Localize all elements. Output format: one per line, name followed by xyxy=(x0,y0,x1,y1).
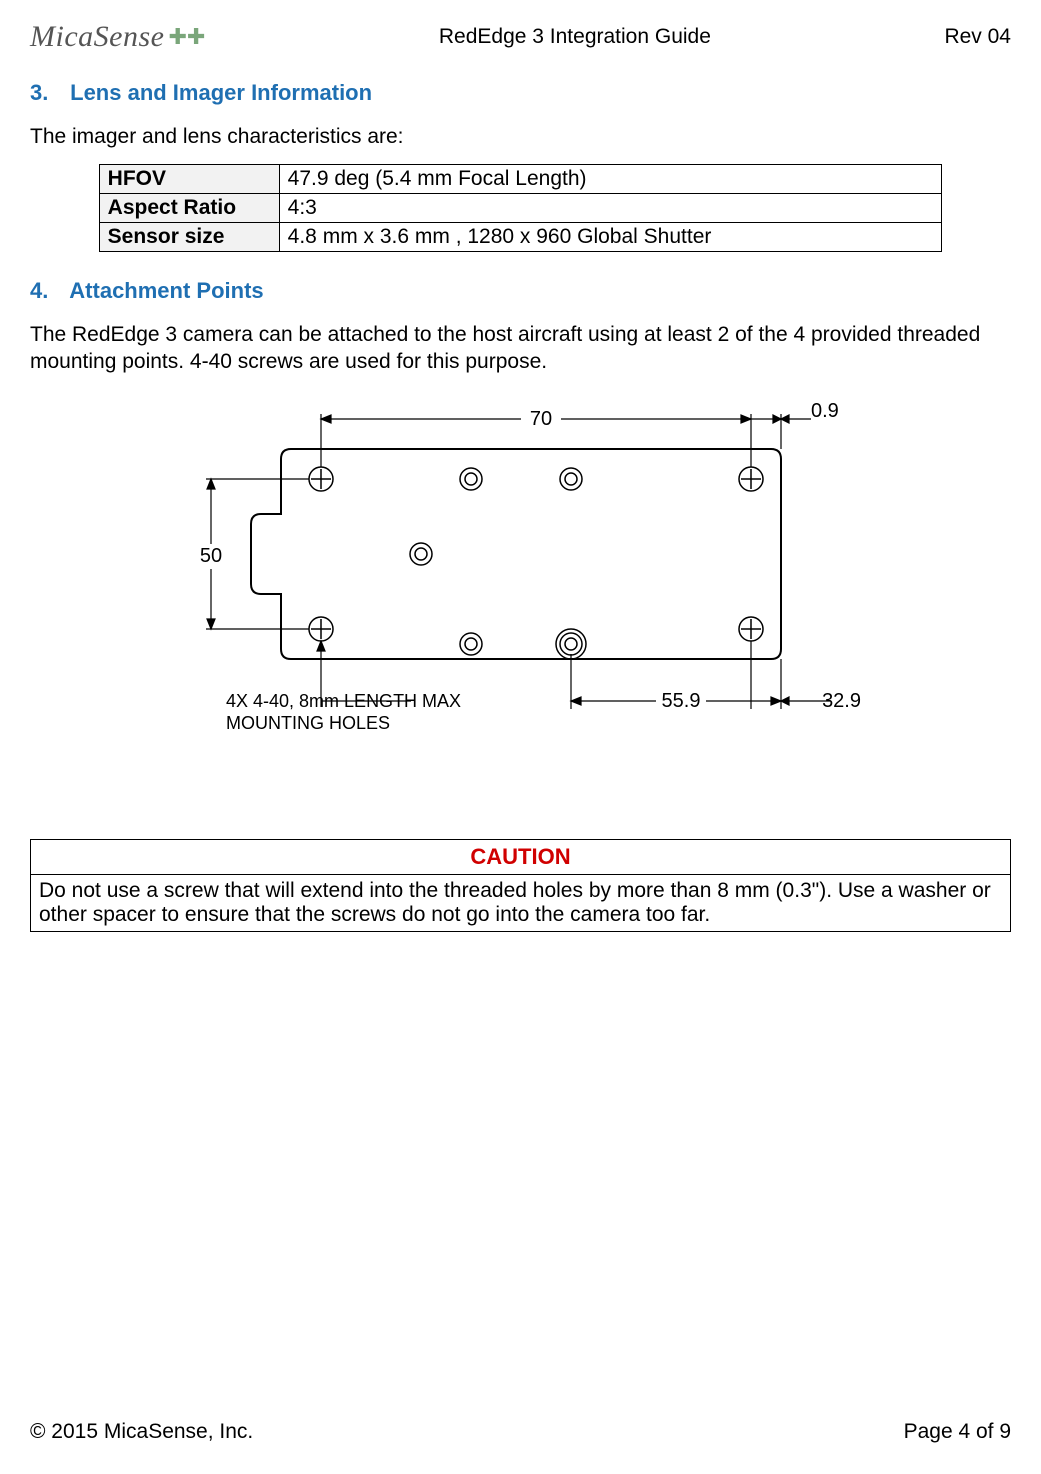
doc-title: RedEdge 3 Integration Guide xyxy=(439,25,711,49)
section-3-intro: The imager and lens characteristics are: xyxy=(30,124,1011,150)
spec-value: 4:3 xyxy=(279,194,942,223)
section-4-heading: 4. Attachment Points xyxy=(30,278,1011,304)
caution-body: Do not use a screw that will extend into… xyxy=(31,874,1011,931)
section-number: 4. xyxy=(30,278,64,304)
spec-label: Aspect Ratio xyxy=(99,194,279,223)
page-header: MicaSense ✚✚ RedEdge 3 Integration Guide… xyxy=(30,20,1011,54)
logo-text: MicaSense xyxy=(30,20,164,54)
dim-left: 50 xyxy=(199,545,221,567)
section-3-heading: 3. Lens and Imager Information xyxy=(30,80,1011,106)
doc-rev: Rev 04 xyxy=(944,25,1011,49)
table-row: HFOV 47.9 deg (5.4 mm Focal Length) xyxy=(99,165,942,194)
table-row: Sensor size 4.8 mm x 3.6 mm , 1280 x 960… xyxy=(99,223,942,252)
spec-label: HFOV xyxy=(99,165,279,194)
spec-label: Sensor size xyxy=(99,223,279,252)
logo: MicaSense ✚✚ xyxy=(30,20,205,54)
mounting-diagram: 70 0.9 50 55.9 32.9 4X 4-40, 8 xyxy=(171,389,871,759)
leaf-icon: ✚✚ xyxy=(168,24,205,50)
caution-box: CAUTION Do not use a screw that will ext… xyxy=(30,839,1011,932)
section-title: Lens and Imager Information xyxy=(70,80,372,105)
section-4-intro: The RedEdge 3 camera can be attached to … xyxy=(30,322,1011,375)
footer-left: © 2015 MicaSense, Inc. xyxy=(30,1420,253,1444)
section-number: 3. xyxy=(30,80,64,106)
dim-right: 32.9 xyxy=(822,690,861,712)
diagram-note-1: 4X 4-40, 8mm LENGTH MAX xyxy=(226,691,461,711)
spec-value: 4.8 mm x 3.6 mm , 1280 x 960 Global Shut… xyxy=(279,223,942,252)
dim-bottom: 55.9 xyxy=(661,690,700,712)
dim-top-right: 0.9 xyxy=(811,400,839,422)
footer-right: Page 4 of 9 xyxy=(904,1420,1011,1444)
page-footer: © 2015 MicaSense, Inc. Page 4 of 9 xyxy=(30,1420,1011,1444)
diagram-note-2: MOUNTING HOLES xyxy=(226,713,390,733)
dim-top: 70 xyxy=(529,408,551,430)
table-row: Aspect Ratio 4:3 xyxy=(99,194,942,223)
spec-value: 47.9 deg (5.4 mm Focal Length) xyxy=(279,165,942,194)
caution-heading: CAUTION xyxy=(31,839,1011,874)
section-title: Attachment Points xyxy=(69,278,263,303)
spec-table: HFOV 47.9 deg (5.4 mm Focal Length) Aspe… xyxy=(99,164,943,252)
